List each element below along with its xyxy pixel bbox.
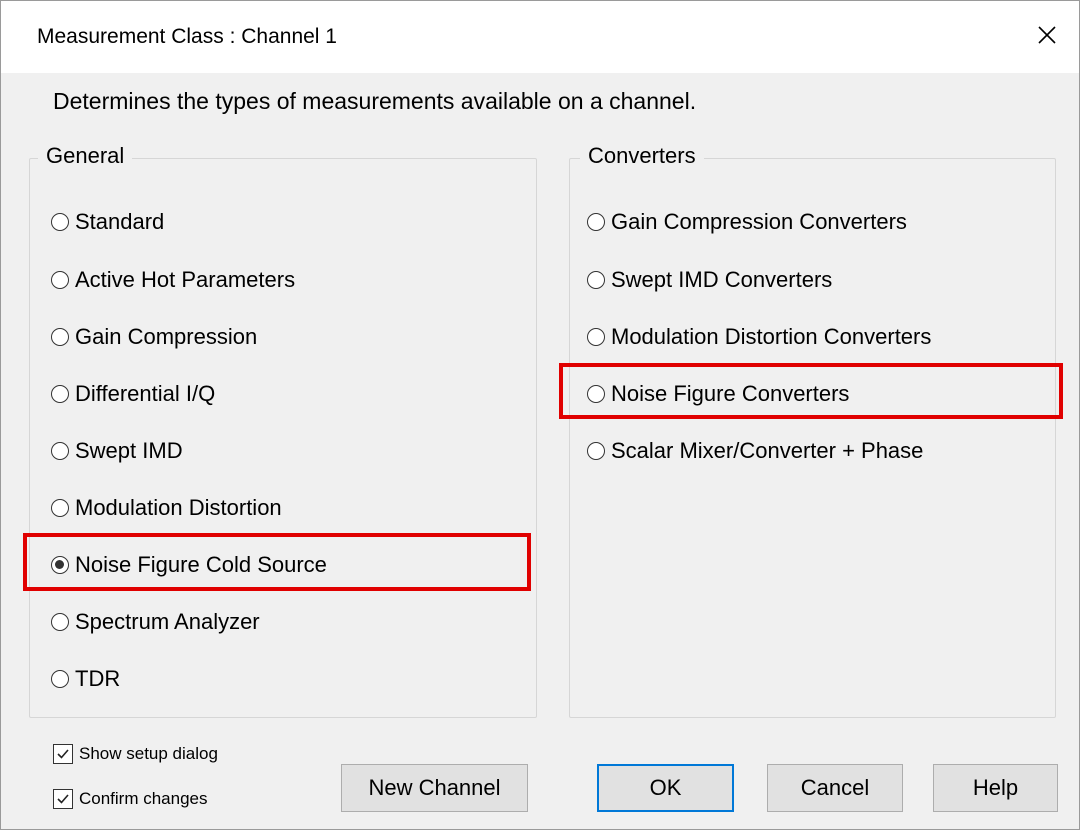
radio-label: Modulation Distortion Converters xyxy=(611,324,932,349)
radio-label: Active Hot Parameters xyxy=(75,267,296,292)
ok-button[interactable]: OK xyxy=(597,764,734,812)
radio-gain-compression-converters[interactable]: Gain Compression Converters xyxy=(587,209,907,235)
dialog-description: Determines the types of measurements ava… xyxy=(53,88,697,114)
radio-swept-imd-converters[interactable]: Swept IMD Converters xyxy=(587,267,832,293)
radio-differential-iq[interactable]: Differential I/Q xyxy=(51,381,215,407)
radio-button-icon xyxy=(587,328,605,346)
radio-label: Gain Compression Converters xyxy=(611,209,907,234)
radio-button-icon xyxy=(587,213,605,231)
radio-button-icon xyxy=(51,328,69,346)
radio-button-selected-icon xyxy=(51,556,69,574)
title-bar: Measurement Class : Channel 1 xyxy=(1,1,1079,73)
radio-label: TDR xyxy=(75,666,121,691)
general-group-title: General xyxy=(38,143,133,169)
radio-label: Scalar Mixer/Converter + Phase xyxy=(611,438,924,463)
radio-button-icon xyxy=(51,442,69,460)
show-setup-dialog-checkbox[interactable]: Show setup dialog xyxy=(53,744,218,764)
radio-label: Modulation Distortion xyxy=(75,495,282,520)
radio-standard[interactable]: Standard xyxy=(51,209,164,235)
radio-label: Gain Compression xyxy=(75,324,258,349)
checkbox-label: Confirm changes xyxy=(79,789,208,808)
close-icon xyxy=(1038,26,1056,44)
radio-gain-compression[interactable]: Gain Compression xyxy=(51,324,257,350)
window-title: Measurement Class : Channel 1 xyxy=(37,25,337,48)
close-button[interactable] xyxy=(1029,17,1065,53)
radio-button-icon xyxy=(587,442,605,460)
new-channel-button[interactable]: New Channel xyxy=(341,764,528,812)
radio-active-hot-parameters[interactable]: Active Hot Parameters xyxy=(51,267,295,293)
checkbox-label: Show setup dialog xyxy=(79,744,218,763)
radio-noise-figure-converters[interactable]: Noise Figure Converters xyxy=(587,381,849,407)
cancel-button[interactable]: Cancel xyxy=(767,764,903,812)
radio-tdr[interactable]: TDR xyxy=(51,666,120,692)
radio-button-icon xyxy=(587,385,605,403)
radio-button-icon xyxy=(51,271,69,289)
radio-label: Differential I/Q xyxy=(75,381,216,406)
radio-label: Noise Figure Converters xyxy=(611,381,850,406)
radio-modulation-distortion-converters[interactable]: Modulation Distortion Converters xyxy=(587,324,931,350)
radio-swept-imd[interactable]: Swept IMD xyxy=(51,438,183,464)
radio-noise-figure-cold-source[interactable]: Noise Figure Cold Source xyxy=(51,552,327,578)
radio-button-icon xyxy=(587,271,605,289)
checkbox-checked-icon xyxy=(53,744,73,764)
radio-button-icon xyxy=(51,613,69,631)
radio-button-icon xyxy=(51,499,69,517)
radio-button-icon xyxy=(51,213,69,231)
confirm-changes-checkbox[interactable]: Confirm changes xyxy=(53,789,208,809)
measurement-class-dialog: Measurement Class : Channel 1 Determines… xyxy=(0,0,1080,830)
radio-label: Noise Figure Cold Source xyxy=(75,552,327,577)
help-button[interactable]: Help xyxy=(933,764,1058,812)
radio-button-icon xyxy=(51,385,69,403)
checkbox-checked-icon xyxy=(53,789,73,809)
radio-label: Standard xyxy=(75,209,165,234)
radio-scalar-mixer-converter-phase[interactable]: Scalar Mixer/Converter + Phase xyxy=(587,438,923,464)
radio-label: Spectrum Analyzer xyxy=(75,609,260,634)
radio-label: Swept IMD xyxy=(75,438,183,463)
radio-spectrum-analyzer[interactable]: Spectrum Analyzer xyxy=(51,609,260,635)
converters-group-title: Converters xyxy=(580,143,704,169)
radio-label: Swept IMD Converters xyxy=(611,267,833,292)
radio-button-icon xyxy=(51,670,69,688)
radio-modulation-distortion[interactable]: Modulation Distortion xyxy=(51,495,282,521)
